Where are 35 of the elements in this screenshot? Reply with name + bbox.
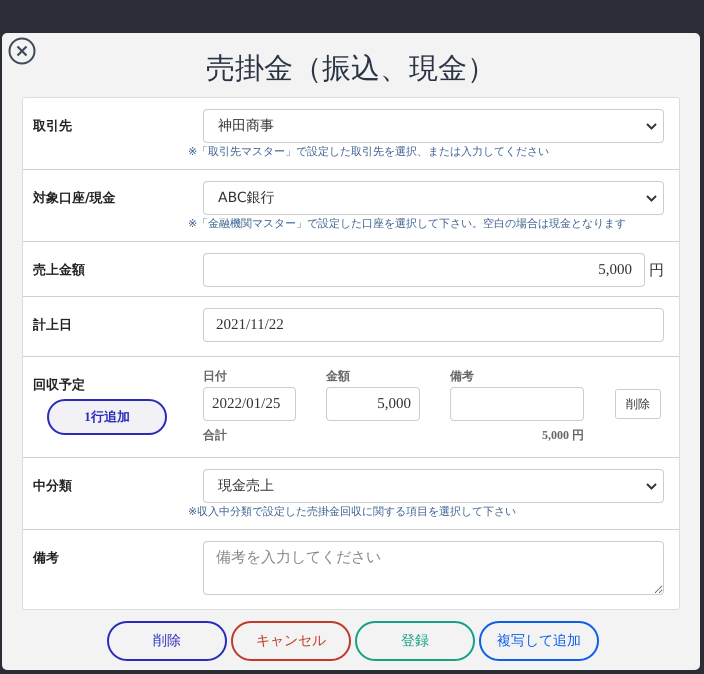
field-label: 中分類 (33, 478, 72, 495)
add-row-button[interactable]: 1行追加 (47, 399, 167, 435)
field-label: 備考 (33, 550, 59, 567)
column-header: 備考 (450, 368, 475, 385)
total-label: 合計 (203, 427, 227, 444)
field-label: 取引先 (33, 118, 72, 135)
action-button[interactable]: 複写して追加 (479, 621, 599, 661)
dropdown[interactable]: ABC銀行 (203, 181, 664, 215)
hint-text: ※「金融機関マスター」で設定した口座を選択して下さい。空白の場合は現金となります (188, 216, 628, 232)
dropdown[interactable]: 現金売上 (203, 469, 664, 503)
column-header: 金額 (326, 368, 351, 385)
date-field[interactable]: 2022/01/25 (203, 387, 296, 421)
hint-text: ※収入中分類で設定した売掛金回収に関する項目を選択して下さい (188, 504, 518, 520)
field-label: 回収予定 (33, 376, 85, 394)
chevron-icon (646, 194, 657, 202)
amount-field[interactable]: 5,000 (326, 387, 420, 421)
field-label: 売上金額 (33, 262, 85, 279)
action-button[interactable]: キャンセル (231, 621, 351, 661)
field-label: 対象口座/現金 (33, 190, 116, 207)
dialog-title: 売掛金（振込、現金） (205, 50, 497, 87)
unit-label: 円 (649, 260, 664, 280)
column-header: 日付 (203, 368, 228, 385)
close-icon[interactable] (8, 37, 36, 65)
total-value: 5,000 円 (542, 427, 584, 444)
dropdown[interactable]: 神田商事 (203, 109, 664, 143)
memo-field[interactable] (450, 387, 584, 421)
field-label: 計上日 (33, 316, 72, 334)
date-field[interactable]: 2021/11/22 (203, 308, 664, 342)
delete-button[interactable]: 削除 (615, 389, 661, 419)
amount-field[interactable]: 5,000 (203, 253, 645, 287)
hint-text: ※「取引先マスター」で設定した取引先を選択、または入力してください (188, 144, 550, 160)
action-button[interactable]: 削除 (107, 621, 227, 661)
chevron-icon (646, 482, 657, 490)
notes-field[interactable]: 備考を入力してください (203, 541, 664, 595)
chevron-icon (646, 122, 657, 130)
